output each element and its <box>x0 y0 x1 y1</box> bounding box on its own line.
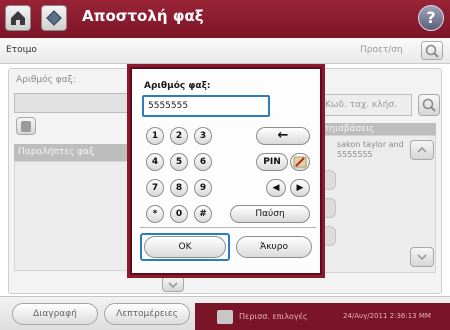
key-5[interactable]: 5 <box>170 153 188 171</box>
recipients-header: Παραλήπτες φαξ <box>14 144 130 161</box>
key-7[interactable]: 7 <box>146 179 164 197</box>
app-title: Αποστολή φαξ <box>82 7 204 25</box>
fax-number-dialog: Αριθμός φαξ: 1 2 3 ← 4 5 6 PIN 7 8 9 ◀ ▶… <box>130 67 322 275</box>
dialog-divider <box>140 227 316 228</box>
key-4[interactable]: 4 <box>146 153 164 171</box>
key-2[interactable]: 2 <box>170 127 188 145</box>
speed-dial-placeholder: Κωδ. ταχ. κλήσ. <box>325 100 397 110</box>
pencil-icon <box>293 156 307 168</box>
contact-name: sakon taylor and <box>337 140 404 149</box>
key-hash[interactable]: # <box>194 205 212 223</box>
more-options-icon <box>217 310 233 324</box>
home-button[interactable] <box>5 5 31 31</box>
fax-number-input[interactable] <box>146 99 266 113</box>
timestamp: 24/Αυγ/2011 2:36:13 ΜΜ <box>343 312 431 320</box>
diamond-icon <box>46 10 62 26</box>
pause-button[interactable]: Παύση <box>230 205 310 223</box>
cursor-right-button[interactable]: ▶ <box>290 179 310 197</box>
key-6[interactable]: 6 <box>194 153 212 171</box>
zoom-button[interactable] <box>421 41 443 60</box>
backspace-button[interactable]: ← <box>256 127 310 145</box>
address-book-icon <box>21 121 31 132</box>
magnifier-icon <box>425 44 439 58</box>
status-text: Ετοιμο <box>6 45 37 55</box>
key-star[interactable]: * <box>146 205 164 223</box>
address-book-button[interactable] <box>16 117 36 135</box>
recipients-scroll-down[interactable] <box>162 276 184 292</box>
ok-button[interactable]: OK <box>144 236 226 258</box>
chevron-down-icon <box>168 282 178 289</box>
cursor-left-button[interactable]: ◀ <box>266 179 286 197</box>
contact-scroll-down[interactable] <box>410 247 434 267</box>
recipients-list[interactable] <box>14 161 130 271</box>
magnifier-icon <box>422 98 436 112</box>
status-row: Ετοιμο Προετ/ση <box>0 38 450 64</box>
databases-header: τηισβάσεις <box>318 123 436 135</box>
fax-app-icon <box>41 5 67 31</box>
speed-dial-search-button[interactable] <box>418 94 440 116</box>
provision-label: Προετ/ση <box>360 45 403 55</box>
speed-dial-field[interactable]: Κωδ. ταχ. κλήσ. <box>318 94 412 116</box>
recipients-header-label: Παραλήπτες φαξ <box>18 147 95 157</box>
key-3[interactable]: 3 <box>194 127 212 145</box>
footer-bar: Περισσ. επιλογές 24/Αυγ/2011 2:36:13 ΜΜ <box>195 303 450 330</box>
fax-number-field[interactable] <box>14 93 130 113</box>
key-1[interactable]: 1 <box>146 127 164 145</box>
chevron-down-icon <box>417 254 427 261</box>
contact-number: 5555555 <box>337 150 373 159</box>
key-8[interactable]: 8 <box>170 179 188 197</box>
fax-number-input-frame <box>142 95 270 117</box>
fax-number-label: Αριθμός φαξ: <box>16 75 76 85</box>
home-icon <box>11 11 25 25</box>
pin-button[interactable]: PIN <box>256 153 288 171</box>
help-button[interactable]: ? <box>418 5 444 31</box>
edit-button[interactable] <box>290 153 310 171</box>
ok-focus-frame: OK <box>140 233 230 261</box>
databases-label: τηισβάσεις <box>324 124 375 134</box>
contact-scroll-up[interactable] <box>410 140 434 160</box>
key-9[interactable]: 9 <box>194 179 212 197</box>
key-0[interactable]: 0 <box>170 205 188 223</box>
details-button[interactable]: Λεπτομέρειες <box>104 303 190 325</box>
delete-button[interactable]: Διαγραφή <box>12 303 98 325</box>
title-bar: Αποστολή φαξ ? <box>0 0 450 38</box>
dialog-title: Αριθμός φαξ: <box>144 81 211 91</box>
more-options-button[interactable]: Περισσ. επιλογές <box>239 312 308 321</box>
cancel-button[interactable]: Άκυρο <box>236 236 312 258</box>
chevron-up-icon <box>417 146 427 153</box>
